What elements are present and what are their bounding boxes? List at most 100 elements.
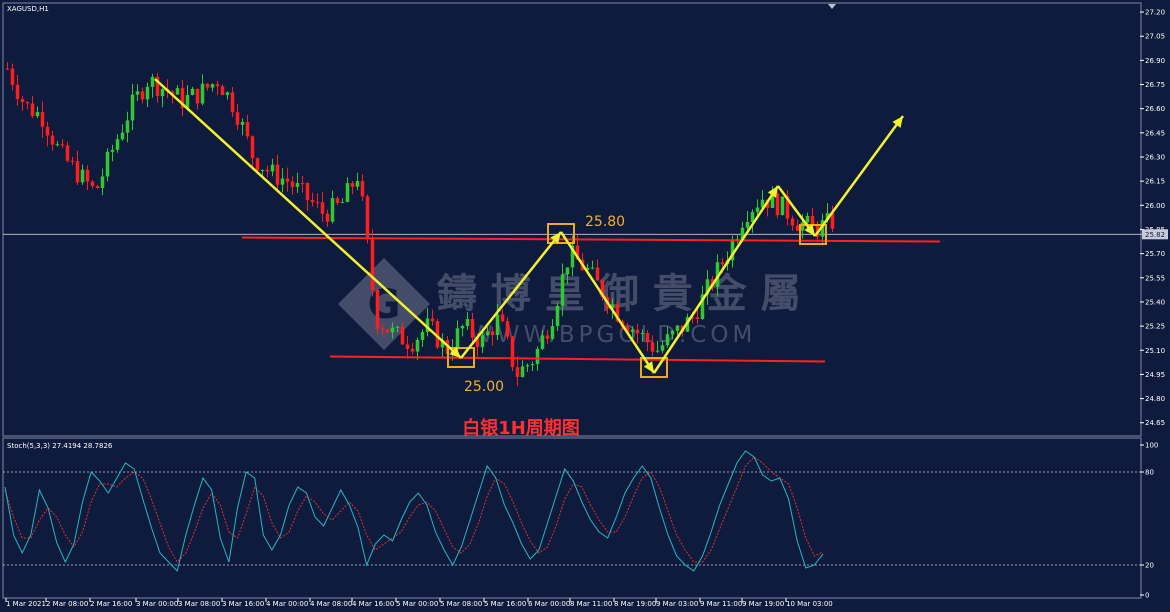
stoch-signal-line — [4, 456, 824, 563]
candle-body — [200, 83, 205, 104]
chart-shift-marker-icon[interactable] — [828, 4, 836, 9]
stoch-axis-label: 0 — [1145, 592, 1149, 600]
resistance-line — [241, 236, 941, 243]
current-price-label: 25.82 — [1145, 231, 1165, 239]
candle-body — [645, 333, 650, 343]
candle-body — [295, 183, 300, 187]
candle-body — [80, 169, 85, 183]
time-axis-label: 2 Mar 16:00 — [90, 600, 132, 608]
candle-body — [480, 335, 485, 348]
candle-body — [525, 365, 530, 367]
candle-body — [505, 321, 510, 337]
candle-body — [650, 342, 655, 352]
time-axis-label: 5 Mar 00:00 — [396, 600, 438, 608]
candle-body — [150, 76, 155, 87]
candle-body — [535, 348, 540, 365]
candle-body — [555, 305, 560, 327]
candle-body — [345, 183, 350, 202]
candle-body — [370, 239, 375, 291]
candle-body — [495, 314, 500, 336]
trading-chart[interactable]: G 鑄 博 皇 御 貴 金 屬 WWW.BPGOLD.COM 27.20 27.0… — [0, 0, 1170, 612]
price-axis-label: 26.30 — [1145, 153, 1165, 161]
candle-body — [470, 319, 475, 338]
candle-body — [400, 326, 405, 345]
price-axis-label: 26.60 — [1145, 105, 1165, 113]
price-axis-label: 25.10 — [1145, 347, 1165, 355]
candle-body — [795, 225, 800, 231]
candle-body — [160, 89, 165, 97]
candle-body — [25, 102, 30, 104]
time-axis-label: 9 Mar 19:00 — [742, 600, 784, 608]
support-line — [329, 355, 826, 363]
candle-body — [145, 86, 150, 100]
candle-body — [120, 132, 125, 140]
candle-body — [365, 196, 370, 240]
candle-body — [810, 215, 815, 225]
candle-body — [660, 345, 665, 351]
candle-body — [405, 344, 410, 349]
candle-body — [380, 328, 385, 330]
candle-body — [215, 84, 220, 87]
candle-body — [350, 183, 355, 187]
level-label-resistance: 25.80 — [585, 214, 625, 230]
candle-body — [640, 333, 645, 335]
price-axis-label: 24.80 — [1145, 395, 1165, 403]
candle-body — [565, 267, 570, 275]
candle-body — [40, 112, 45, 127]
time-axis-label: 5 Mar 08:00 — [440, 600, 482, 608]
candle-body — [550, 326, 555, 339]
candle-body — [250, 136, 255, 159]
candle-body — [500, 314, 505, 322]
candle-body — [70, 160, 75, 162]
time-axis-label: 3 Mar 08:00 — [178, 600, 220, 608]
candle-body — [455, 328, 460, 350]
stoch-main-line — [4, 450, 824, 573]
level-label-support: 25.00 — [464, 379, 504, 395]
time-axis-label: 9 Mar 11:00 — [700, 600, 742, 608]
price-axis-label: 27.20 — [1145, 9, 1165, 17]
candle-body — [420, 332, 425, 340]
candle-body — [515, 367, 520, 377]
trend-arrow-head-icon — [643, 361, 654, 373]
candle-body — [720, 262, 725, 265]
candle-body — [205, 83, 210, 88]
time-axis-label: 6 Mar 00:00 — [528, 600, 570, 608]
candle-body — [175, 88, 180, 95]
candle-body — [335, 198, 340, 203]
candle-body — [255, 158, 260, 171]
chart-caption: 白银1H周期图 — [462, 417, 580, 439]
candle-body — [485, 331, 490, 336]
candle-body — [630, 329, 635, 332]
price-axis-label: 25.40 — [1145, 298, 1165, 306]
candle-body — [780, 196, 785, 216]
candle-body — [360, 181, 365, 197]
candle-body — [270, 164, 275, 172]
price-axis-label: 26.00 — [1145, 202, 1165, 210]
price-axis-label: 26.45 — [1145, 129, 1165, 137]
candle-body — [140, 91, 145, 100]
candle-body — [675, 325, 680, 331]
candle-body — [755, 207, 760, 212]
candle-body — [410, 348, 415, 352]
candle-body — [590, 267, 595, 269]
candle-body — [330, 198, 335, 222]
candle-body — [225, 92, 230, 96]
candle-body — [560, 274, 565, 306]
candle-body — [195, 88, 200, 104]
stoch-axis-label: 100 — [1145, 442, 1158, 450]
candle-body — [100, 176, 105, 189]
candle-body — [260, 169, 265, 171]
time-axis-label: 1 Mar 2021 — [6, 600, 46, 608]
candle-body — [240, 122, 245, 125]
candle-body — [85, 169, 90, 182]
candle-body — [665, 334, 670, 346]
stoch-axis-label: 20 — [1145, 562, 1154, 570]
candle-body — [390, 327, 395, 333]
candle-body — [135, 91, 140, 95]
candle-body — [460, 326, 465, 329]
candle-body — [310, 200, 315, 203]
candle-body — [695, 317, 700, 319]
price-axis-label: 24.65 — [1145, 419, 1165, 427]
candle-body — [115, 139, 120, 150]
candle-body — [305, 183, 310, 201]
